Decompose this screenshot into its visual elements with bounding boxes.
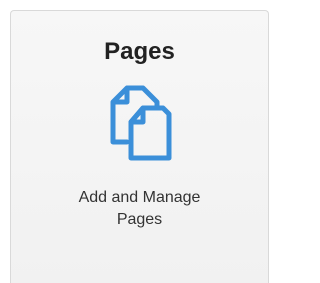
tile-description-line-1: Add and Manage bbox=[78, 189, 201, 206]
tile-title: Pages bbox=[104, 38, 175, 65]
pages-icon bbox=[107, 84, 173, 164]
tile-description: Add and Manage Pages bbox=[31, 187, 248, 231]
tile-description-line-2: Pages bbox=[116, 211, 163, 228]
add-and-manage-pages-tile[interactable]: Pages Add and Manage Pages bbox=[10, 10, 269, 283]
